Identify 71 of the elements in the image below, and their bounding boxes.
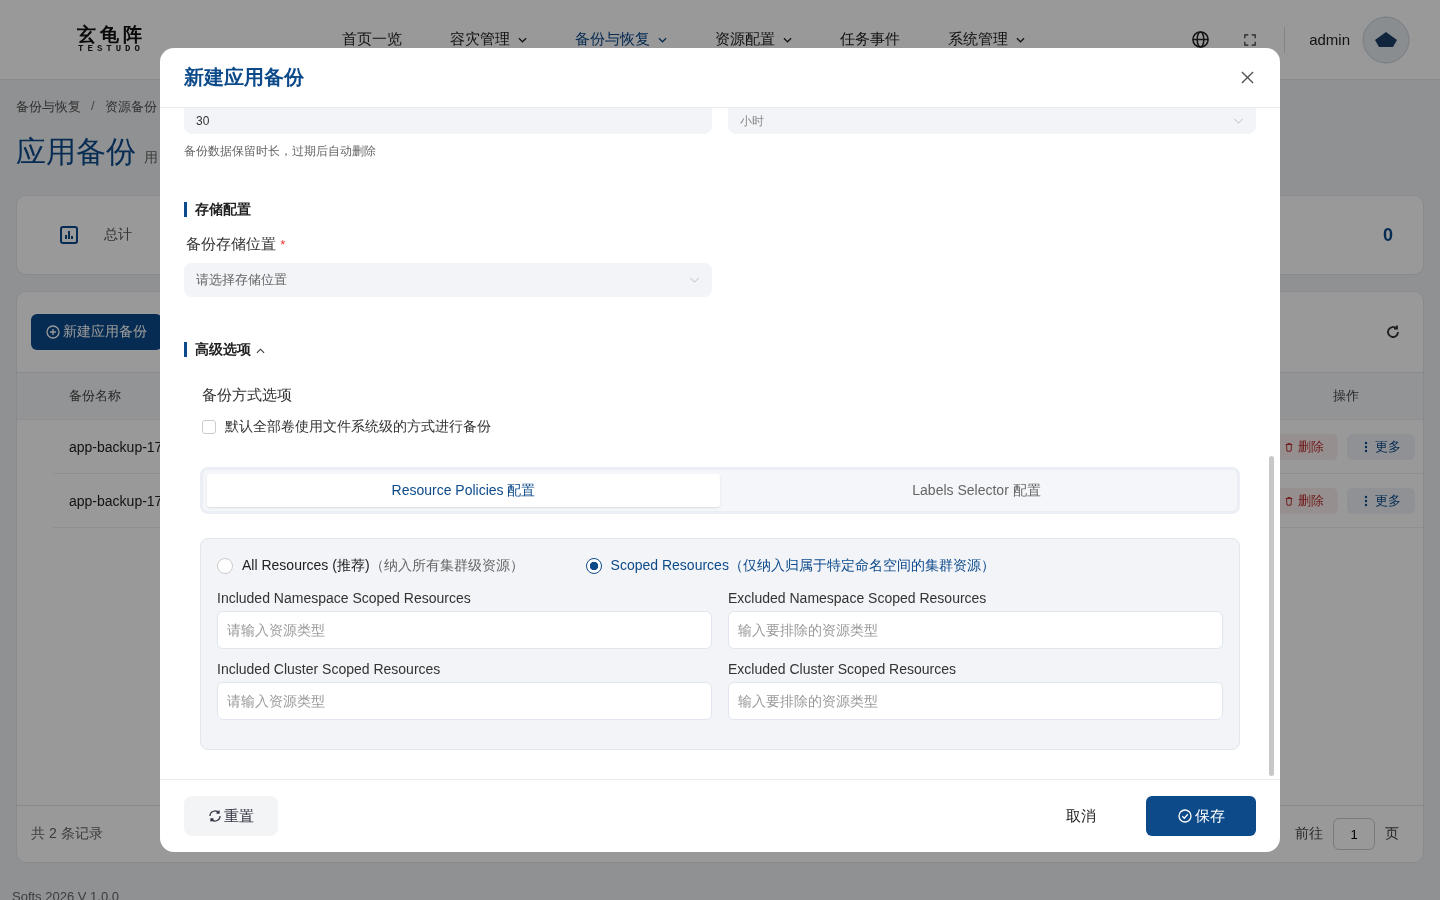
column-header: 备份名称: [69, 387, 121, 405]
column-header: 操作: [1333, 387, 1359, 405]
stat-value: 0: [1383, 224, 1393, 246]
page-input[interactable]: 1: [1333, 818, 1375, 850]
table-cell: app-backup-17: [69, 438, 163, 455]
field-label: 备份存储位置: [186, 235, 276, 252]
nav-item[interactable]: 备份与恢复: [575, 30, 667, 49]
table-cell: app-backup-17: [69, 492, 163, 509]
input-field[interactable]: 输入要排除的资源类型: [728, 611, 1223, 649]
page-suffix: 页: [1385, 825, 1399, 843]
globe-icon[interactable]: [1191, 30, 1211, 49]
storage-select[interactable]: 请选择存储位置: [184, 263, 712, 297]
avatar[interactable]: [1362, 15, 1410, 64]
required-mark: *: [280, 237, 286, 252]
more-button[interactable]: 更多: [1347, 487, 1415, 514]
fullscreen-icon[interactable]: [1244, 33, 1257, 46]
save-button[interactable]: 保存: [1146, 796, 1256, 836]
goto-label: 前往: [1295, 825, 1323, 843]
reset-button[interactable]: 重置: [184, 796, 278, 836]
trash-icon: [1284, 494, 1294, 507]
nav-item[interactable]: 任务事件: [840, 30, 900, 49]
plus-circle-icon: [46, 325, 60, 339]
input-field[interactable]: 请输入资源类型: [217, 611, 712, 649]
scrollbar[interactable]: [1269, 456, 1274, 776]
input-field[interactable]: 输入要排除的资源类型: [728, 682, 1223, 720]
radio-label: All Resources (推荐)（纳入所有集群级资源）: [242, 557, 524, 575]
logo[interactable]: 玄龟阵 TESTUDO: [52, 25, 170, 54]
dialog-title: 新建应用备份: [184, 65, 304, 90]
user-name[interactable]: admin: [1309, 31, 1350, 48]
tab[interactable]: Labels Selector 配置: [720, 474, 1233, 507]
breadcrumb-item[interactable]: 备份与恢复: [16, 98, 81, 116]
field-label: Excluded Cluster Scoped Resources: [728, 661, 957, 677]
chart-icon: [59, 225, 79, 245]
chevron-down-icon: [1233, 118, 1244, 124]
cancel-button[interactable]: 取消: [1054, 798, 1108, 834]
page-subtitle: 用: [144, 149, 158, 167]
retention-input[interactable]: 30: [184, 108, 712, 134]
tab[interactable]: Resource Policies 配置: [207, 474, 720, 507]
new-backup-button[interactable]: 新建应用备份: [31, 314, 162, 350]
close-icon[interactable]: [1241, 71, 1254, 84]
logo-name: 玄龟阵: [76, 25, 146, 44]
section-heading[interactable]: 高级选项: [195, 342, 251, 357]
stat-label: 总计: [104, 226, 132, 244]
trash-icon: [1284, 440, 1294, 453]
chevron-down-icon: [689, 277, 700, 283]
chevron-up-icon[interactable]: [256, 348, 265, 354]
nav-item[interactable]: 首页一览: [342, 30, 402, 49]
section-heading: 存储配置: [184, 202, 1256, 217]
radio-label: Scoped Resources（仅纳入归属于特定命名空间的集群资源）: [610, 557, 995, 575]
radio-button[interactable]: [585, 558, 602, 574]
nav-item[interactable]: 容灾管理: [450, 30, 527, 49]
nav-item[interactable]: 资源配置: [715, 30, 792, 49]
field-label: Included Cluster Scoped Resources: [217, 661, 442, 677]
breadcrumb-separator: /: [91, 98, 95, 115]
check-circle-icon: [1177, 809, 1192, 823]
nav-item[interactable]: 系统管理: [948, 30, 1025, 49]
refresh-icon: [208, 809, 222, 823]
refresh-icon[interactable]: [1385, 324, 1401, 340]
record-count: 共 2 条记录: [31, 825, 103, 843]
logo-subtitle: TESTUDO: [78, 45, 144, 54]
checkbox[interactable]: [202, 420, 216, 434]
breadcrumb-item[interactable]: 资源备份: [104, 98, 157, 116]
field-label: Included Namespace Scoped Resources: [217, 590, 472, 606]
page-title: 应用备份: [16, 134, 136, 170]
field-hint: 备份数据保留时长，过期后自动删除: [184, 143, 377, 160]
more-button[interactable]: 更多: [1347, 433, 1415, 460]
input-field[interactable]: 请输入资源类型: [217, 682, 712, 720]
field-label: Excluded Namespace Scoped Resources: [728, 590, 988, 606]
option-label: 备份方式选项: [202, 386, 293, 405]
unit-select[interactable]: 小时: [728, 108, 1256, 134]
checkbox-label: 默认全部卷使用文件系统级的方式进行备份: [225, 418, 491, 436]
